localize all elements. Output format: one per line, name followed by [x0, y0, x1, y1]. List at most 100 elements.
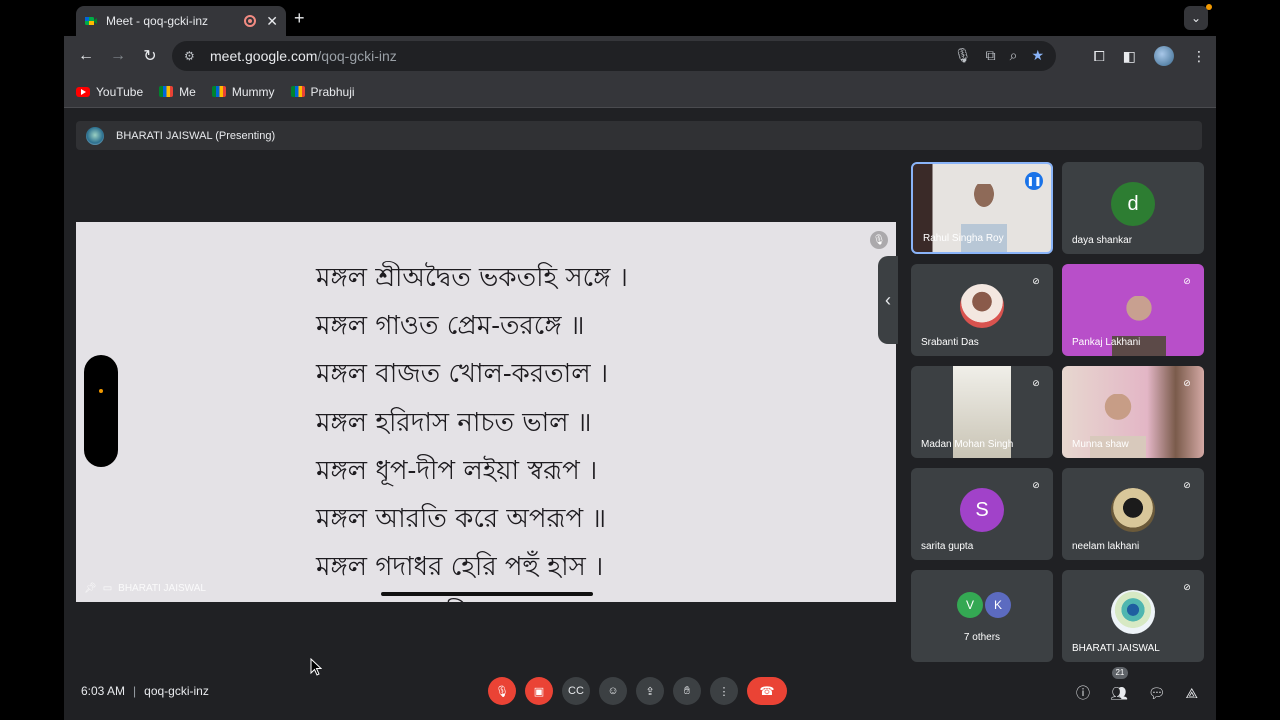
meet-icon [290, 86, 305, 97]
back-icon[interactable]: ← [70, 47, 102, 65]
avatar: V [957, 592, 983, 618]
bookmark-prabhuji[interactable]: Prabhuji [290, 84, 355, 99]
participant-name: Rahul Singha Roy [923, 233, 1004, 244]
zoom-icon[interactable]: ⌕ [1010, 47, 1018, 64]
mic-toggle-button[interactable]: 🎙︎ [488, 677, 516, 705]
participant-name: sarita gupta [921, 541, 974, 552]
bookmark-youtube[interactable]: YouTube [76, 85, 143, 99]
recording-icon [244, 15, 257, 27]
meeting-code: qoq-gcki-inz [144, 684, 209, 698]
people-count-badge: 21 [1111, 666, 1128, 679]
mic-off-icon: ⊘ [1032, 275, 1040, 286]
browser-window: Meet - qoq-gcki-inz ✕ + ⌄ ← → ↻ ⚙ meet.g… [64, 0, 1216, 720]
side-pill[interactable] [84, 355, 118, 467]
avatar: S [960, 488, 1004, 533]
participant-tile[interactable]: d daya shankar [1062, 162, 1204, 254]
camera-toggle-button[interactable]: ▣ [525, 677, 553, 705]
others-tile[interactable]: V K 7 others [911, 570, 1053, 662]
participant-tile[interactable]: ⊘ BHARATI JAISWAL [1062, 570, 1204, 662]
info-icon[interactable]: ⓘ [1076, 683, 1090, 703]
participant-name: neelam lakhani [1072, 541, 1140, 552]
presentation-line: মঙ্গল হরিদাস নাচত ভাল ॥ [316, 407, 592, 438]
avatar [1111, 590, 1155, 635]
participant-name: Munna shaw [1072, 439, 1129, 450]
call-controls: 🎙︎ ▣ CC ☺ ⇪ ✋︎ ⋮ ☎︎ [488, 677, 787, 705]
participant-tile[interactable]: ⊘ Srabanti Das [911, 264, 1053, 356]
avatar: d [1111, 182, 1155, 227]
close-tab-icon[interactable]: ✕ [266, 13, 278, 30]
bookmark-label: YouTube [96, 84, 144, 99]
leave-call-button[interactable]: ☎︎ [747, 677, 787, 705]
meeting-details: 6:03 AM | qoq-gcki-inz [81, 684, 209, 698]
avatar [1111, 488, 1155, 533]
side-controls: ⓘ 21 👥︎ 💬︎ ⟁ [1076, 666, 1199, 703]
activities-icon[interactable]: ⟁ [1186, 685, 1199, 702]
presentation-line: মঙ্গল শ্রীঅদ্বৈত ভকতহি সঙ্গে । [316, 263, 628, 293]
bookmark-me[interactable]: Me [159, 85, 196, 99]
presenting-banner: BHARATI JAISWAL (Presenting) [76, 121, 1202, 150]
participant-tile[interactable]: ⊘ Madan Mohan Singh [911, 366, 1053, 458]
bookmark-mummy[interactable]: Mummy [211, 84, 275, 99]
bookmark-star-icon[interactable]: ★ [1031, 47, 1044, 64]
bookmark-label: Mummy [231, 84, 275, 99]
extensions-icon[interactable]: ⧠ [1094, 48, 1105, 65]
reload-icon[interactable]: ↻ [134, 46, 166, 66]
captions-button[interactable]: CC [562, 677, 590, 705]
presenting-label: BHARATI JAISWAL (Presenting) [116, 129, 276, 142]
forward-icon[interactable]: → [102, 47, 134, 65]
scrollbar[interactable] [381, 592, 593, 596]
site-settings-icon[interactable]: ⚙ [184, 49, 198, 63]
notification-dot [1206, 4, 1212, 10]
more-options-button[interactable]: ⋮ [710, 677, 738, 705]
raise-hand-button[interactable]: ✋︎ [673, 677, 701, 705]
chat-icon[interactable]: 💬︎ [1148, 685, 1166, 702]
people-icon: 👥︎ [1109, 684, 1128, 701]
present-button[interactable]: ⇪ [636, 677, 664, 705]
presentation-line: মঙ্গল বাজত খোল-করতাল । [316, 359, 609, 390]
bookmark-label: Prabhuji [310, 84, 355, 99]
new-tab-button[interactable]: + [294, 8, 305, 29]
participant-name: Srabanti Das [921, 337, 979, 348]
clock-time: 6:03 AM [81, 684, 126, 698]
collapse-panel-button[interactable]: ‹ [878, 256, 898, 344]
participant-name: Pankaj Lakhani [1072, 337, 1141, 348]
meet-icon [159, 86, 174, 97]
participant-name: Madan Mohan Singh [921, 439, 1014, 450]
mic-off-icon: ⊘ [1183, 581, 1191, 592]
participant-name: BHARATI JAISWAL [1072, 643, 1160, 654]
people-button[interactable]: 21 👥︎ [1109, 666, 1128, 702]
url-host: meet.google.com [210, 48, 318, 64]
side-panel-icon[interactable]: ◧ [1123, 48, 1136, 65]
browser-menu-icon[interactable]: ⋮ [1192, 48, 1206, 65]
presentation-owner-label: BHARATI JAISWAL [118, 583, 206, 594]
presentation-line: মঙ্গল গদাধর হেরি পহুঁ হাস । [316, 552, 604, 583]
participant-tile[interactable]: ❚❚ Rahul Singha Roy [911, 162, 1053, 254]
participant-tile[interactable]: ⊘ Pankaj Lakhani [1062, 264, 1204, 356]
participant-tile[interactable]: ⊘ Munna shaw [1062, 366, 1204, 458]
presentation-line: মঙ্গল গাওত প্রেম-তরঙ্গে ॥ [316, 311, 585, 342]
avatar: K [985, 592, 1011, 618]
mic-off-icon: ⊘ [1183, 377, 1191, 388]
url-path: /qoq-gcki-inz [317, 48, 397, 64]
presentation-stage[interactable]: মঙ্গল শ্রীঅদ্বৈত ভকতহি সঙ্গে । মঙ্গল গাওত… [76, 222, 896, 602]
meet-area: BHARATI JAISWAL (Presenting) মঙ্গল শ্রীঅ… [64, 109, 1216, 720]
mic-off-icon: ⊘ [1183, 275, 1191, 286]
open-external-icon[interactable]: ⧉ [986, 47, 996, 64]
profile-avatar[interactable] [1154, 46, 1174, 66]
tab-search-button[interactable]: ⌄ [1184, 6, 1208, 30]
participant-tile[interactable]: ⊘ neelam lakhani [1062, 468, 1204, 560]
microphone-icon[interactable]: 🎙︎ [954, 47, 972, 64]
bookmark-label: Me [179, 84, 196, 99]
address-bar[interactable]: ⚙ meet.google.com/qoq-gcki-inz 🎙︎ ⧉ ⌕ ★ [172, 41, 1056, 71]
participant-tile[interactable]: ⊘ S sarita gupta [911, 468, 1053, 560]
presentation-owner: 📌︎ ▭ BHARATI JAISWAL [84, 583, 206, 594]
mic-off-icon: ⊘ [1183, 479, 1191, 490]
browser-toolbar: ← → ↻ ⚙ meet.google.com/qoq-gcki-inz 🎙︎ … [64, 36, 1216, 76]
bookmarks-bar: YouTube Me Mummy Prabhuji [64, 76, 1216, 108]
mic-off-icon: ⊘ [1032, 479, 1040, 490]
tab-meet[interactable]: Meet - qoq-gcki-inz ✕ [76, 6, 286, 36]
participant-name: daya shankar [1072, 235, 1133, 246]
pin-icon[interactable]: 📌︎ [84, 583, 97, 594]
divider: | [133, 684, 137, 698]
emoji-button[interactable]: ☺ [599, 677, 627, 705]
